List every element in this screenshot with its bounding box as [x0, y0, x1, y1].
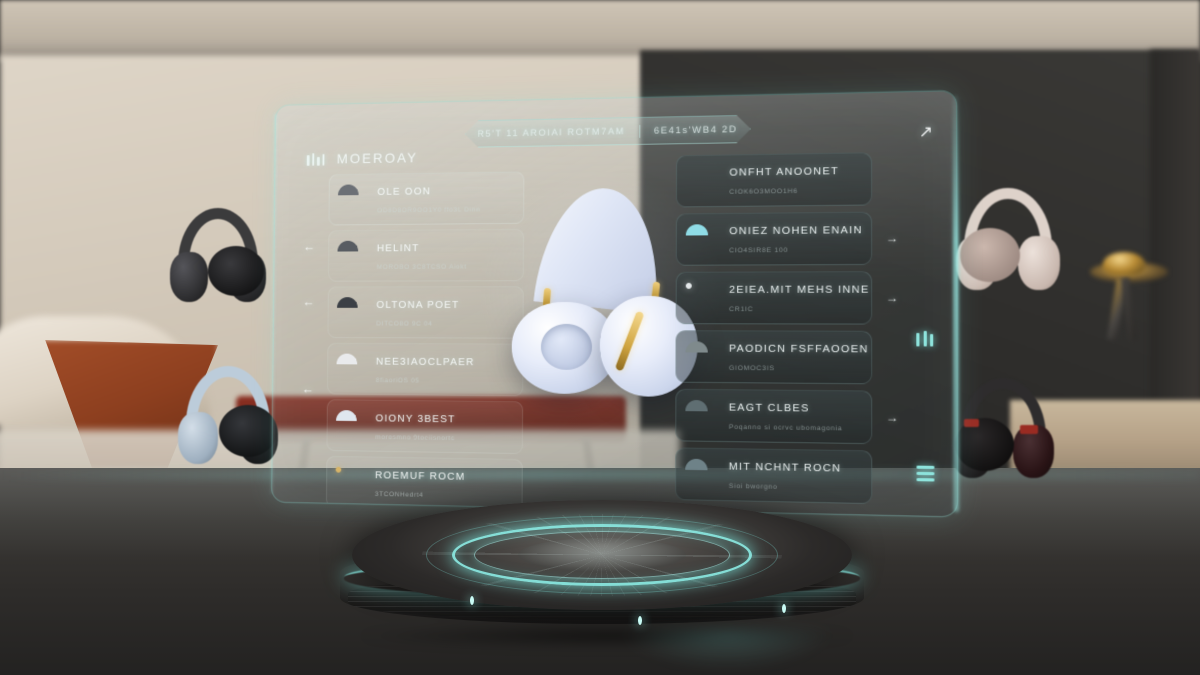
list-item-title: ONIEZ NOHEN ENAIN: [729, 224, 863, 237]
status-led: [638, 616, 642, 625]
list-item-subtitle: morosmno 9toeiisnortc: [375, 434, 454, 442]
list-item-subtitle: MOROBO 3C8TCSO Aiokt: [377, 263, 467, 270]
status-led: [782, 604, 786, 613]
headphones-icon: [337, 241, 368, 271]
list-item[interactable]: MIT NCHNT ROCN Sioi bworgno: [675, 447, 872, 504]
headphones-icon: [336, 354, 367, 384]
back-arrow-icon[interactable]: ←: [302, 382, 314, 397]
equalizer-icon[interactable]: [916, 331, 933, 347]
list-item-title: HELINT: [377, 242, 420, 254]
headphones-icon: [338, 184, 369, 214]
headband-ring-icon: [686, 282, 719, 313]
list-item-subtitle: 3TCONHedrt4: [375, 490, 424, 498]
floating-headphones-blackred[interactable]: [952, 378, 1054, 480]
list-item-title: OLE OON: [377, 185, 431, 197]
status-bar-right-text: 6E41s'WB4 2D: [654, 124, 738, 137]
list-item-subtitle: CIOK6O3MOO1H6: [729, 188, 798, 196]
display-turntable[interactable]: [322, 500, 882, 640]
headphones-icon: [685, 458, 718, 490]
list-item-title: OIONY 3BEST: [375, 412, 455, 425]
list-item-title: NEE3IAOCLPAER: [376, 355, 475, 367]
chevron-right-icon[interactable]: →: [886, 291, 899, 305]
floating-headphones-silverblue[interactable]: [178, 366, 278, 466]
list-item[interactable]: ONIEZ NOHEN ENAIN CIO4SIR8E 100 →: [676, 212, 872, 266]
chevron-right-icon[interactable]: →: [886, 231, 899, 245]
list-item-subtitle: Sioi bworgno: [729, 483, 778, 491]
hamburger-menu-icon[interactable]: [916, 466, 934, 482]
product-earpad: [541, 324, 592, 370]
list-item[interactable]: EAGT CLBES Poqanno si ocrvc ubomagonia →: [675, 389, 872, 444]
list-item[interactable]: 2EIEA.MIT MEHS INNE CR1IC →: [676, 271, 873, 324]
floating-headphones-rosegold[interactable]: [956, 188, 1060, 292]
list-item-title: PAODICN FSFFAOOEN: [729, 343, 869, 356]
list-item-title: EAGT CLBES: [729, 401, 810, 414]
back-arrow-icon[interactable]: ←: [303, 295, 315, 308]
list-item[interactable]: PAODICN FSFFAOOEN GIOMOC3IS: [675, 330, 872, 384]
table-lamp-dome: [1103, 252, 1145, 276]
featured-product-render[interactable]: [506, 183, 694, 395]
headphones-gold-icon: [335, 467, 366, 498]
turntable-core: [518, 538, 686, 572]
list-item-subtitle: CIO4SIR8E 100: [729, 247, 788, 254]
equalizer-icon[interactable]: [307, 153, 325, 166]
list-item-subtitle: GIOMOC3IS: [729, 365, 775, 372]
turntable-reflection: [622, 630, 832, 670]
list-item-title: ROEMUF ROCM: [375, 469, 465, 483]
back-arrow-icon[interactable]: ←: [303, 240, 315, 253]
list-item-subtitle: OD8D8OR9OO1Y0 ffo3L Dinn: [377, 206, 480, 214]
list-item[interactable]: ONFHT ANOONET CIOK6O3MOO1H6: [676, 152, 872, 207]
headphones-icon: [336, 410, 367, 441]
status-bar[interactable]: R5'T 11 AROIAI ROTM7AM 6E41s'WB4 2D: [465, 115, 751, 148]
headphones-icon: [686, 341, 719, 373]
page-title: MOEROAY: [337, 150, 418, 167]
list-item-title: MIT NCHNT ROCN: [729, 460, 842, 474]
panel-surface: R5'T 11 AROIAI ROTM7AM 6E41s'WB4 2D MOER…: [272, 91, 957, 516]
section-header: MOEROAY: [307, 150, 418, 167]
holographic-ui-panel[interactable]: R5'T 11 AROIAI ROTM7AM 6E41s'WB4 2D MOER…: [272, 91, 957, 516]
list-item-title: 2EIEA.MIT MEHS INNE: [729, 283, 869, 295]
floating-headphones-charcoal[interactable]: [170, 208, 266, 304]
status-led: [470, 596, 474, 605]
back-arrow-group: ← ←: [303, 240, 316, 308]
status-bar-left-text: R5'T 11 AROIAI ROTM7AM: [477, 126, 625, 140]
arrow-up-right-icon[interactable]: ↗: [919, 125, 933, 142]
list-item-subtitle: Poqanno si ocrvc ubomagonia: [729, 424, 842, 433]
headphones-icon: [685, 399, 718, 431]
list-item-title: ONFHT ANOONET: [729, 165, 839, 179]
list-item-title: OLTONA POET: [376, 299, 459, 311]
chevron-right-icon[interactable]: →: [886, 410, 899, 425]
headphones-cyan-icon: [686, 224, 719, 255]
headphones-icon: [686, 165, 719, 197]
headphones-icon: [337, 297, 368, 327]
status-bar-divider: [639, 124, 640, 137]
list-item-subtitle: DITCO8O 9C 04: [376, 320, 432, 327]
right-product-list: ONFHT ANOONET CIOK6O3MOO1H6 ONIEZ NOHEN …: [675, 152, 872, 504]
list-item-subtitle: CR1IC: [729, 306, 753, 313]
list-item-subtitle: 8fiaoriOS 05: [376, 377, 420, 384]
